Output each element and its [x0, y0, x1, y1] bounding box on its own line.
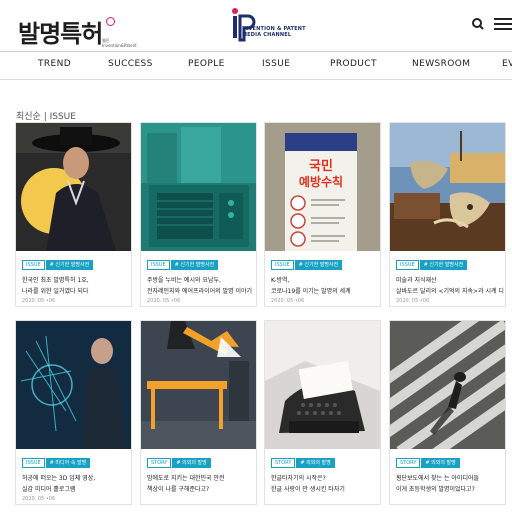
article-date: 2020. 05 •06: [147, 298, 181, 304]
logo-subtitle: 웹진 Invention&Patent: [102, 38, 137, 48]
category-badge[interactable]: # 신기한 발명사전: [294, 260, 343, 270]
category-badge[interactable]: # 신기한 발명사전: [419, 260, 468, 270]
category-badge[interactable]: # 의외의 발명: [296, 458, 335, 468]
article-date: 2020. 05 •06: [271, 298, 305, 304]
menu-button[interactable]: [494, 18, 512, 30]
article-title[interactable]: K-방역, 코로나19를 이기는 발명의 세계: [271, 275, 379, 297]
article-card[interactable]: ISSUE # 신기한 발명사전 미술과 지식재산 살바도르 달리의 <기억의 지…: [389, 122, 506, 307]
article-card[interactable]: ISSUE # 미디어 속 발명 허공에 떠오는 3D 입체 영상, 실감 미디어…: [15, 320, 132, 505]
type-badge[interactable]: STORY: [147, 458, 172, 468]
article-tags: STORY # 의외의 발명: [396, 458, 460, 469]
article-title[interactable]: 주방을 누비는 예시와 요납두, 전자레인지와 에어프라이어의 발명 이야기: [147, 275, 255, 297]
type-badge[interactable]: ISSUE: [271, 260, 294, 270]
article-tags: ISSUE # 신기한 발명사전: [271, 260, 343, 271]
article-card[interactable]: STORY # 의외의 발명 밤에도로 지키는 대한민국 안전 책상이 나를 구해…: [140, 320, 257, 505]
hamburger-menu-icon: [494, 18, 512, 20]
logo-circle-icon: [106, 17, 115, 26]
nav-item-trend[interactable]: TREND: [38, 59, 71, 69]
category-badge[interactable]: # 신기한 발명사전: [45, 260, 94, 270]
article-tags: STORY # 의외의 발명: [147, 458, 211, 469]
article-thumbnail: [141, 321, 256, 449]
article-card[interactable]: STORY # 의외의 발명 한글타자기의 시작은? 한글 사랑이 만 생시킨 타…: [264, 320, 381, 505]
breadcrumb: 최신순 | ISSUE: [16, 112, 76, 122]
article-title[interactable]: 한국인 최초 발명특허 1호, 나라를 위한 일거였다 되다: [22, 275, 130, 297]
article-title[interactable]: 미술과 지식재산 살바도르 달리의 <기억의 지속>과 시계 디자인: [396, 275, 504, 297]
article-title[interactable]: 한글타자기의 시작은? 한글 사랑이 만 생시킨 타자기: [271, 473, 379, 495]
article-title[interactable]: 허공에 떠오는 3D 입체 영상, 실감 미디어 홀로그램: [22, 473, 130, 495]
category-badge[interactable]: # 미디어 속 발명: [45, 458, 91, 468]
article-thumbnail: [16, 321, 131, 449]
article-thumbnail: [265, 321, 380, 449]
category-badge[interactable]: # 신기한 발명사전: [170, 260, 219, 270]
article-tags: ISSUE # 신기한 발명사전: [22, 260, 94, 271]
type-badge[interactable]: ISSUE: [396, 260, 419, 270]
nav-item-people[interactable]: PEOPLE: [188, 59, 225, 69]
poster-text: 예방수칙: [299, 174, 343, 189]
article-thumbnail: [16, 123, 131, 251]
article-tags: STORY # 의외의 발명: [271, 458, 335, 469]
article-date: 2020. 05 •06: [22, 496, 56, 502]
type-badge[interactable]: STORY: [271, 458, 296, 468]
article-date: 2020. 05 •06: [22, 298, 56, 304]
type-badge[interactable]: ISSUE: [147, 260, 170, 270]
article-thumbnail: 국민 예방수칙: [265, 123, 380, 251]
category-badge[interactable]: # 의외의 발명: [172, 458, 211, 468]
category-badge[interactable]: # 의외의 발명: [421, 458, 460, 468]
nav-item-issue[interactable]: ISSUE: [262, 59, 290, 69]
nav-item-ev[interactable]: EV: [502, 59, 512, 69]
poster-text: 국민: [309, 158, 333, 174]
article-card[interactable]: 국민 예방수칙 ISSUE # 신기한 발명사전 K-방역, 코로나19를 이기는…: [264, 122, 381, 307]
search-icon: [472, 18, 484, 30]
article-tags: ISSUE # 미디어 속 발명: [22, 458, 91, 469]
article-tags: ISSUE # 신기한 발명사전: [396, 260, 468, 271]
nav-item-product[interactable]: PRODUCT: [330, 59, 377, 69]
article-tags: ISSUE # 신기한 발명사전: [147, 260, 219, 271]
article-title[interactable]: 횡단보도에서 찾는 는 아이디어들 이게 초등학생의 발명이었다고?: [396, 473, 504, 495]
article-card[interactable]: STORY # 의외의 발명 횡단보도에서 찾는 는 아이디어들 이게 초등학생의…: [389, 320, 506, 505]
type-badge[interactable]: ISSUE: [22, 260, 45, 270]
site-header: 발명특허 웹진 Invention&Patent INVENTION & PAT…: [0, 0, 512, 52]
article-thumbnail: [390, 123, 505, 251]
type-badge[interactable]: ISSUE: [22, 458, 45, 468]
search-button[interactable]: [470, 16, 486, 32]
article-card[interactable]: ISSUE # 신기한 발명사전 한국인 최초 발명특허 1호, 나라를 위한 일…: [15, 122, 132, 307]
article-card[interactable]: ISSUE # 신기한 발명사전 주방을 누비는 예시와 요납두, 전자레인지와 …: [140, 122, 257, 307]
nav-item-newsroom[interactable]: NEWSROOM: [412, 59, 470, 69]
main-nav: TREND SUCCESS PEOPLE ISSUE PRODUCT NEWSR…: [0, 52, 512, 80]
article-title[interactable]: 밤에도로 지키는 대한민국 안전 책상이 나를 구해준다고?: [147, 473, 255, 495]
article-thumbnail: [390, 321, 505, 449]
logo-text: 발명특허: [18, 20, 103, 48]
ip-logo-text: INVENTION & PATENT MEDIA CHANNEL: [242, 26, 306, 38]
article-thumbnail: [141, 123, 256, 251]
nav-item-success[interactable]: SUCCESS: [108, 59, 153, 69]
article-date: 2020. 05 •06: [396, 298, 430, 304]
ip-media-channel-logo[interactable]: INVENTION & PATENT MEDIA CHANNEL: [228, 7, 308, 47]
type-badge[interactable]: STORY: [396, 458, 421, 468]
